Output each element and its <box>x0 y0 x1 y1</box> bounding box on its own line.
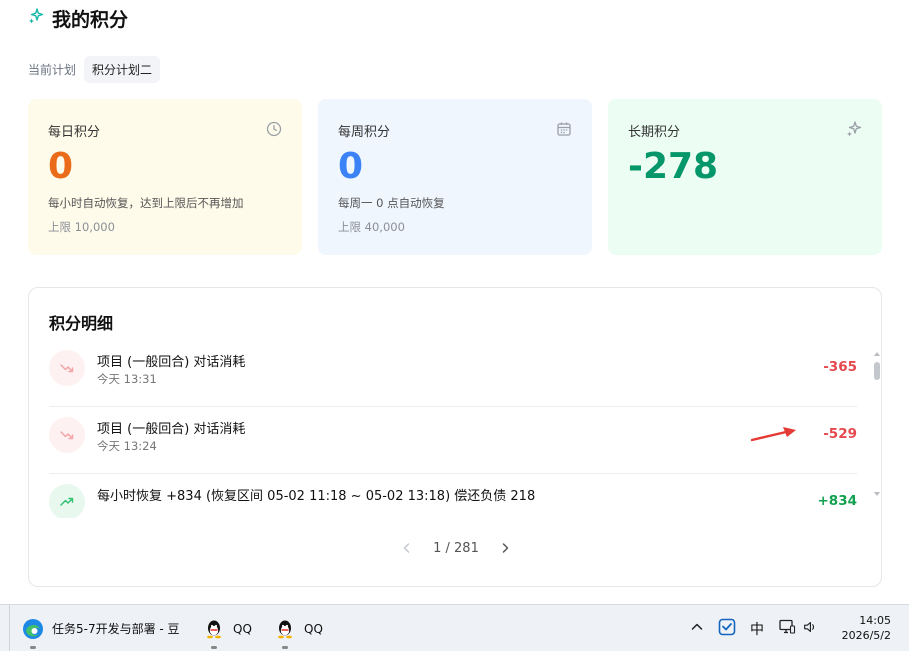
chevron-left-icon <box>403 543 410 553</box>
item-title: 每小时恢复 +834 (恢复区间 05-02 11:18 ~ 05-02 13:… <box>97 489 536 504</box>
scroll-down-arrow-icon[interactable] <box>874 492 880 496</box>
taskbar-item-qq-1[interactable]: QQ <box>203 605 252 651</box>
annotation-arrow-icon <box>750 427 796 442</box>
points-page: 我的积分 当前计划 积分计划二 每日积分 0 每小时自动恢复，达到上限后不再增加… <box>0 0 909 604</box>
item-amount: -365 <box>823 359 857 375</box>
taskbar-item-qq-2[interactable]: QQ <box>274 605 323 651</box>
card-title: 每日积分 <box>48 125 101 140</box>
plan-row: 当前计划 积分计划二 <box>28 55 161 83</box>
clock-date: 2026/5/2 <box>841 629 891 642</box>
next-page-button[interactable] <box>497 540 513 556</box>
daily-points-card: 每日积分 0 每小时自动恢复，达到上限后不再增加 上限 10,000 <box>28 99 302 255</box>
card-value: 0 <box>338 146 364 187</box>
ime-indicator[interactable]: 中 <box>750 619 764 639</box>
trend-down-icon <box>49 417 85 453</box>
item-title: 项目 (一般回合) 对话消耗 <box>97 422 246 437</box>
taskbar-item-label: 任务5-7开发与部署 - 豆包 <box>52 622 180 636</box>
taskbar-item-label: QQ <box>304 621 323 636</box>
item-title: 项目 (一般回合) 对话消耗 <box>97 355 246 370</box>
taskbar-item-browser[interactable]: 任务5-7开发与部署 - 豆包 <box>22 605 180 651</box>
calendar-icon <box>556 121 572 137</box>
plan-chip[interactable]: 积分计划二 <box>84 55 161 83</box>
page-title: 我的积分 <box>52 8 129 31</box>
qq-icon <box>274 618 296 640</box>
list-scrollbar[interactable] <box>873 350 881 500</box>
list-item[interactable]: 项目 (一般回合) 对话消耗 今天 13:24 -529 <box>49 407 857 474</box>
list-item[interactable]: 每小时恢复 +834 (恢复区间 05-02 11:18 ~ 05-02 13:… <box>49 474 857 518</box>
weekly-points-card: 每周积分 0 每周一 0 点自动恢复 上限 40,000 <box>318 99 592 255</box>
item-time: 今天 13:24 <box>97 439 157 453</box>
card-limit: 上限 40,000 <box>338 220 405 234</box>
list-item[interactable]: 项目 (一般回合) 对话消耗 今天 13:31 -365 <box>49 340 857 407</box>
pagination: 1 / 281 <box>29 540 883 556</box>
trend-up-icon <box>49 484 85 518</box>
item-amount: +834 <box>817 493 858 509</box>
system-tray: 中 <box>690 605 818 651</box>
windows-taskbar: 任务5-7开发与部署 - 豆包 QQ QQ 中 14:05 2026/5/2 <box>0 604 909 651</box>
trend-down-icon <box>49 350 85 386</box>
card-title: 长期积分 <box>628 125 681 140</box>
sparkle-icon <box>28 8 44 28</box>
page-header: 我的积分 <box>28 4 128 32</box>
points-detail-list[interactable]: 项目 (一般回合) 对话消耗 今天 13:31 -365 项目 (一般回合) 对… <box>49 340 857 518</box>
network-icon[interactable] <box>778 618 796 640</box>
clock-time: 14:05 <box>859 614 891 627</box>
plan-label: 当前计划 <box>28 62 77 77</box>
edge-icon <box>22 618 44 640</box>
detail-title: 积分明细 <box>49 314 114 333</box>
taskbar-edge-sliver[interactable] <box>0 605 10 651</box>
scroll-up-arrow-icon[interactable] <box>874 352 880 356</box>
prev-page-button[interactable] <box>399 540 415 556</box>
chevron-right-icon <box>502 543 509 553</box>
card-value: -278 <box>628 146 719 187</box>
card-limit: 上限 10,000 <box>48 220 115 234</box>
item-amount: -529 <box>823 426 857 442</box>
sparkle-icon <box>846 121 862 137</box>
card-description: 每周一 0 点自动恢复 <box>338 196 445 210</box>
chevron-up-icon[interactable] <box>690 619 704 638</box>
system-clock[interactable]: 14:05 2026/5/2 <box>842 613 891 643</box>
clock-icon <box>266 121 282 137</box>
volume-icon[interactable] <box>802 619 818 639</box>
card-value: 0 <box>48 146 74 187</box>
card-title: 每周积分 <box>338 125 391 140</box>
long-term-points-card: 长期积分 -278 <box>608 99 882 255</box>
qq-icon <box>203 618 225 640</box>
taskbar-item-label: QQ <box>233 621 252 636</box>
scroll-thumb[interactable] <box>874 362 880 380</box>
item-time: 今天 13:31 <box>97 372 157 386</box>
security-shield-icon[interactable] <box>718 618 736 640</box>
page-indicator: 1 / 281 <box>433 540 479 556</box>
card-description: 每小时自动恢复，达到上限后不再增加 <box>48 196 244 210</box>
